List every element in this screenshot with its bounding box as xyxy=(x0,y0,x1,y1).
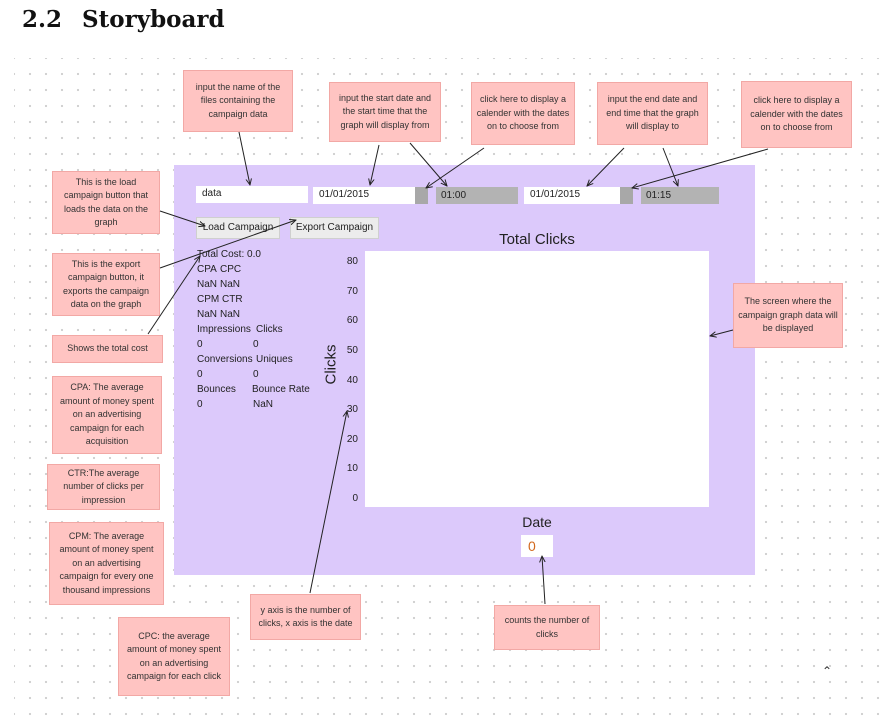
y-tick-label: 70 xyxy=(346,285,358,297)
note-cpc: CPC: the average amount of money spent o… xyxy=(118,617,230,696)
y-tick-label: 20 xyxy=(346,433,358,445)
start-date-input[interactable]: 01/01/2015 xyxy=(313,187,415,204)
y-tick-label: 10 xyxy=(346,463,358,475)
total-cost-label: Total Cost: 0.0 xyxy=(197,249,261,260)
ctr-label: CTR xyxy=(222,294,243,305)
note-counter: counts the number of clicks xyxy=(494,605,600,650)
note-filename: input the name of the files containing t… xyxy=(183,70,293,132)
end-calendar-button[interactable] xyxy=(620,187,633,204)
bounces-value: 0 xyxy=(197,399,203,410)
caret-up-icon: ⌃ xyxy=(822,664,833,678)
start-time-input[interactable]: 01:00 xyxy=(436,187,518,204)
y-tick-label: 80 xyxy=(346,256,358,267)
cpm-value: NaN xyxy=(197,309,218,320)
note-cpm: CPM: The average amount of money spent o… xyxy=(49,522,164,605)
bounces-label: Bounces xyxy=(197,384,236,395)
note-total-cost: Shows the total cost xyxy=(52,335,163,363)
note-load-button: This is the load campaign button that lo… xyxy=(52,171,160,234)
file-name-input[interactable]: data xyxy=(196,186,308,203)
y-tick-label: 30 xyxy=(346,404,358,416)
cpm-label: CPM xyxy=(197,294,220,305)
end-time-input[interactable]: 01:15 xyxy=(641,187,719,204)
note-cpa: CPA: The average amount of money spent o… xyxy=(52,376,162,454)
cpa-label: CPA xyxy=(197,264,217,275)
chart-title: Total Clicks xyxy=(499,231,575,248)
note-axis: y axis is the number of clicks, x axis i… xyxy=(250,594,361,640)
note-export-button: This is the export campaign button, it e… xyxy=(52,253,160,316)
cpa-value: NaN xyxy=(197,279,218,290)
note-calendar-start: click here to display a calender with th… xyxy=(471,82,575,145)
bounce-rate-value: NaN xyxy=(253,399,274,410)
click-counter: 0 xyxy=(521,535,553,557)
cpc-value: NaN xyxy=(220,279,241,290)
note-start-date: input the start date and the start time … xyxy=(329,82,441,142)
bounce-rate-label: Bounce Rate xyxy=(252,384,310,395)
x-axis-label: Date xyxy=(522,514,552,530)
note-ctr: CTR:The average number of clicks per imp… xyxy=(47,464,160,510)
note-graph-screen: The screen where the campaign graph data… xyxy=(733,283,843,348)
section-number: 2.2 xyxy=(22,6,63,33)
ctr-value: NaN xyxy=(220,309,241,320)
clicks-label: Clicks xyxy=(256,324,283,335)
y-tick-label: 0 xyxy=(352,493,358,504)
conversions-value: 0 xyxy=(197,369,203,380)
load-campaign-button[interactable]: Load Campaign xyxy=(196,217,280,239)
chart-plot-area xyxy=(365,251,709,507)
y-tick-label: 60 xyxy=(346,315,358,327)
note-calendar-end: click here to display a calender with th… xyxy=(741,81,852,148)
y-axis-label: Clicks xyxy=(322,344,340,385)
uniques-label: Uniques xyxy=(256,354,293,365)
impressions-label: Impressions xyxy=(197,324,251,335)
section-heading: 2.2 Storyboard xyxy=(22,6,225,33)
section-title: Storyboard xyxy=(82,6,225,33)
uniques-value: 0 xyxy=(253,369,259,380)
clicks-value: 0 xyxy=(253,339,259,350)
conversions-label: Conversions xyxy=(197,354,253,365)
start-calendar-button[interactable] xyxy=(415,187,428,204)
note-end-date: input the end date and end time that the… xyxy=(597,82,708,145)
impressions-value: 0 xyxy=(197,339,203,350)
cpc-label: CPC xyxy=(220,264,242,275)
end-date-input[interactable]: 01/01/2015 xyxy=(524,187,620,204)
